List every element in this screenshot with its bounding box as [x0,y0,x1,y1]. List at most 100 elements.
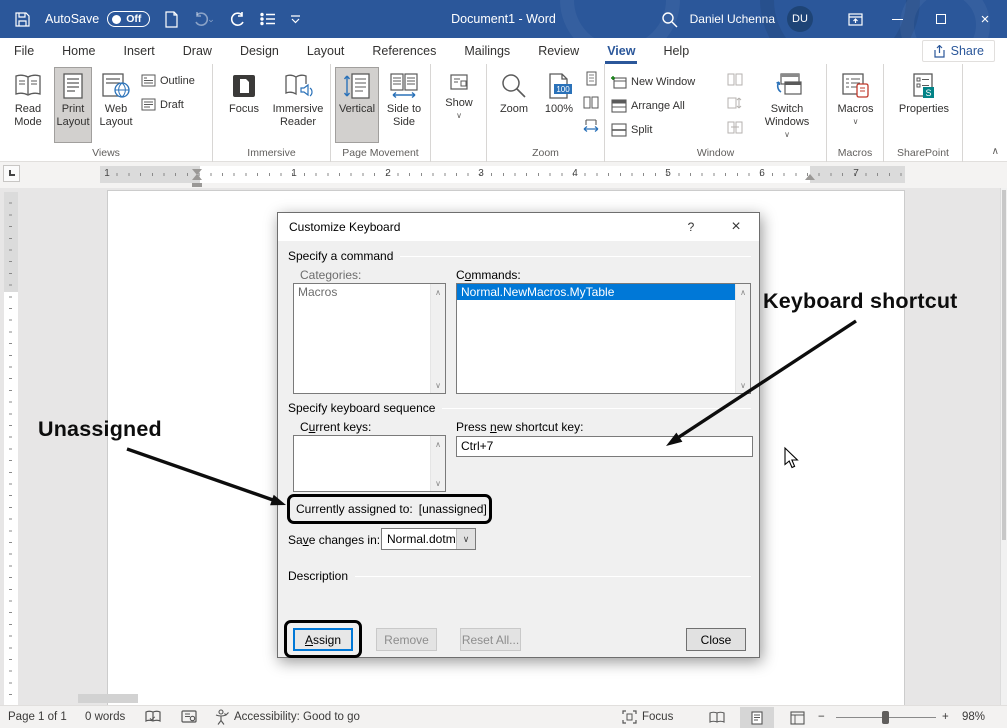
zoom-percentage[interactable]: 98% [962,706,985,728]
categories-scrollbar[interactable]: ∧ ∨ [430,284,445,393]
categories-listbox[interactable]: Macros ∧ ∨ [293,283,446,394]
collapse-ribbon-icon[interactable]: ∧ [992,146,999,157]
customize-qat-chevron-icon[interactable] [290,15,301,24]
tab-insert[interactable]: Insert [110,38,169,64]
arrange-all-button[interactable]: Arrange All [611,95,685,116]
commands-listbox[interactable]: Normal.NewMacros.MyTable ∧ ∨ [456,283,751,394]
view-side-by-side-button[interactable] [725,70,745,88]
tab-design[interactable]: Design [226,38,293,64]
tab-mailings[interactable]: Mailings [450,38,524,64]
side-to-side-button[interactable]: Side to Side [381,67,427,143]
print-layout-button[interactable]: Print Layout [54,67,92,143]
autosave-switch[interactable]: Off [107,11,150,27]
right-indent-marker[interactable] [805,174,815,180]
new-window-button[interactable]: New Window [611,71,695,92]
scrollbar-thumb[interactable] [1002,190,1006,540]
accessibility-checker[interactable]: Accessibility: Good to go [214,706,360,728]
tab-help[interactable]: Help [649,38,703,64]
new-window-icon [611,75,627,89]
dialog-close-icon[interactable]: × [719,213,753,241]
tab-selector-button[interactable] [3,165,20,182]
dialog-title-bar[interactable]: Customize Keyboard ? × [278,213,759,241]
properties-button[interactable]: S Properties [894,67,954,143]
tab-home[interactable]: Home [48,38,109,64]
multiple-pages-button[interactable] [581,93,601,111]
web-layout-button[interactable]: Web Layout [94,67,138,143]
bullet-list-icon[interactable] [260,12,276,26]
commands-item-selected[interactable]: Normal.NewMacros.MyTable [457,284,735,300]
tab-layout[interactable]: Layout [293,38,359,64]
horizontal-scrollbar-thumb[interactable] [78,694,138,703]
horizontal-ruler[interactable]: 1 1 2 3 4 5 6 7 [100,166,905,183]
hanging-indent-marker[interactable] [192,174,202,180]
scroll-down-icon[interactable]: ∨ [736,378,750,392]
print-layout-view-button[interactable] [740,707,774,728]
scroll-down-icon[interactable]: ∨ [431,476,445,490]
synchronous-scrolling-button[interactable] [725,94,745,112]
dropdown-chevron-icon[interactable]: ∨ [456,529,475,549]
zoom-slider-handle[interactable] [882,711,889,724]
reset-all-button[interactable]: Reset All... [460,628,521,651]
page-count[interactable]: Page 1 of 1 [8,706,67,728]
categories-item[interactable]: Macros [294,284,445,300]
save-changes-dropdown[interactable]: Normal.dotm ∨ [381,528,476,550]
dialog-help-button[interactable]: ? [676,213,706,241]
user-name[interactable]: Daniel Uchenna [690,12,775,26]
share-button[interactable]: Share [922,40,995,62]
maximize-button[interactable] [919,0,963,38]
zoom-100-button[interactable]: 100 100% [538,67,580,143]
redo-icon[interactable] [229,11,246,27]
avatar[interactable]: DU [787,6,813,32]
save-icon[interactable] [14,11,31,28]
search-icon[interactable] [650,0,690,38]
macro-record-icon[interactable] [181,706,197,728]
focus-mode-button[interactable]: Focus [622,706,673,728]
close-button[interactable]: × [963,0,1007,38]
page-width-button[interactable] [581,117,601,135]
scroll-up-icon[interactable]: ∧ [736,285,750,299]
close-dialog-button[interactable]: Close [686,628,746,651]
vertical-ruler[interactable] [4,192,18,705]
ribbon-display-options-icon[interactable] [835,0,875,38]
current-keys-listbox[interactable]: ∧ ∨ [293,435,446,492]
vertical-button[interactable]: Vertical [335,67,379,143]
scroll-down-icon[interactable]: ∨ [431,378,445,392]
zoom-in-button[interactable]: + [942,706,949,728]
reset-window-position-button[interactable] [725,118,745,136]
new-document-icon[interactable] [164,11,179,28]
current-keys-scrollbar[interactable]: ∧ ∨ [430,436,445,491]
share-icon [933,45,946,58]
zoom-button[interactable]: Zoom [492,67,536,143]
split-button[interactable]: Split [611,119,652,140]
left-indent-marker[interactable] [192,183,202,187]
web-layout-view-button[interactable] [780,707,814,728]
undo-icon[interactable] [193,11,215,27]
remove-button[interactable]: Remove [376,628,437,651]
tab-file[interactable]: File [0,38,48,64]
scroll-up-icon[interactable]: ∧ [431,285,445,299]
immersive-reader-button[interactable]: Immersive Reader [269,67,327,143]
scroll-up-icon[interactable]: ∧ [431,437,445,451]
read-mode-button[interactable]: Read Mode [5,67,51,143]
zoom-label: Zoom [500,103,528,116]
zoom-out-button[interactable]: − [818,706,825,728]
tab-view[interactable]: View [593,38,649,64]
read-mode-view-button[interactable] [700,707,734,728]
minimize-button[interactable] [875,0,919,38]
tab-draw[interactable]: Draw [169,38,226,64]
commands-scrollbar[interactable]: ∧ ∨ [735,284,750,393]
draft-button[interactable]: Draft [141,94,184,115]
word-count[interactable]: 0 words [85,706,125,728]
switch-windows-button[interactable]: Switch Windows ∨ [751,67,823,143]
tab-references[interactable]: References [358,38,450,64]
macros-button[interactable]: Macros ∨ [832,67,879,143]
autosave-toggle[interactable]: AutoSave Off [45,11,150,27]
show-button[interactable]: Show ∨ [436,67,482,143]
proofing-icon[interactable] [145,706,161,728]
outline-button[interactable]: Outline [141,70,195,91]
focus-button[interactable]: Focus [221,67,267,143]
tab-review[interactable]: Review [524,38,593,64]
vertical-scrollbar[interactable] [1000,188,1007,705]
shortcut-key-input[interactable]: Ctrl+7 [456,436,753,457]
one-page-button[interactable] [581,69,601,87]
